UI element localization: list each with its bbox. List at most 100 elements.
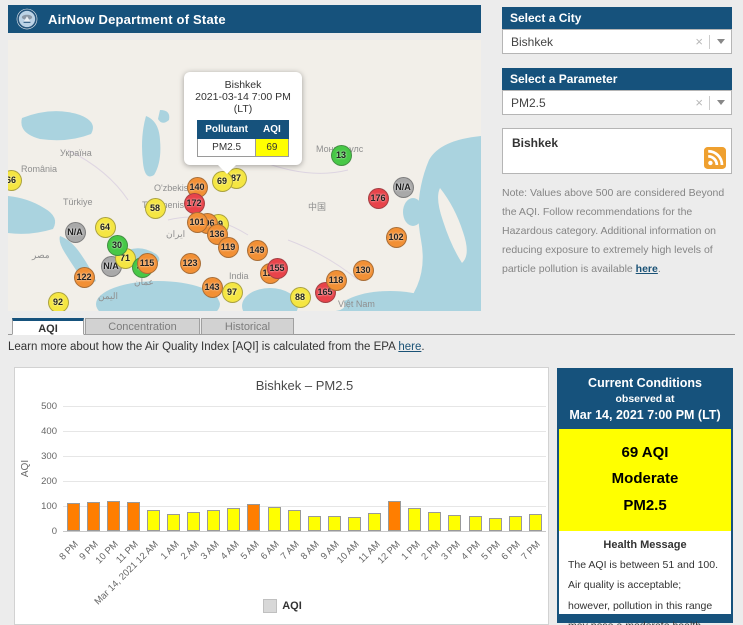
- page-title: AirNow Department of State: [48, 12, 226, 27]
- aqi-map-marker[interactable]: 30: [107, 235, 128, 256]
- aqi-map-marker[interactable]: 97: [222, 282, 243, 303]
- aqi-map-marker[interactable]: N/A: [65, 222, 86, 243]
- chart-bar: [247, 504, 260, 531]
- aqi-map-marker[interactable]: 122: [74, 267, 95, 288]
- chart-bar: [187, 512, 200, 532]
- chart-y-tick-label: 200: [31, 476, 57, 487]
- chart-bar: [288, 510, 301, 531]
- aqi-map-marker[interactable]: 155: [267, 258, 288, 279]
- rss-icon[interactable]: [704, 147, 726, 169]
- legend-swatch: [263, 599, 277, 613]
- chart-gridline: [63, 406, 546, 407]
- aqi-map-marker[interactable]: 172: [184, 193, 205, 214]
- legend-label: AQI: [282, 600, 302, 612]
- city-dropdown-caret-icon[interactable]: [717, 39, 725, 44]
- epa-here-link[interactable]: here: [398, 341, 421, 353]
- conditions-footer-bar: [559, 614, 731, 621]
- aqi-chart-panel: Bishkek – PM2.5 AQI 01002003004005008 PM…: [14, 367, 549, 625]
- chart-bar: [469, 516, 482, 531]
- current-conditions-header: Current Conditions observed at Mar 14, 2…: [559, 370, 731, 429]
- chart-bar: [207, 510, 220, 531]
- conditions-aqi-category: Moderate: [559, 466, 731, 492]
- chart-bar: [388, 501, 401, 532]
- aqi-map-marker[interactable]: 123: [180, 253, 201, 274]
- conditions-aqi-value: 69 AQI: [559, 440, 731, 466]
- chart-bar: [408, 508, 421, 531]
- conditions-aqi-box: 69 AQI Moderate PM2.5: [559, 429, 731, 531]
- chart-bar: [328, 516, 341, 532]
- chart-bar: [368, 513, 381, 531]
- chart-bar: [529, 514, 542, 531]
- chart-legend[interactable]: AQI: [15, 599, 550, 613]
- popup-city: Bishkek: [189, 79, 297, 91]
- learn-more-text: Learn more about how the Air Quality Ind…: [8, 341, 425, 353]
- aqi-map-marker[interactable]: 130: [353, 260, 374, 281]
- parameter-clear-icon[interactable]: ×: [689, 96, 709, 109]
- aqi-map-marker[interactable]: 92: [48, 292, 69, 312]
- select-city-header: Select a City: [502, 7, 732, 29]
- tab-concentration[interactable]: Concentration: [85, 318, 200, 335]
- tab-historical[interactable]: Historical: [201, 318, 294, 335]
- chart-y-tick-label: 100: [31, 501, 57, 512]
- aqi-map-marker[interactable]: N/A: [393, 177, 414, 198]
- app-header: AirNow Department of State: [8, 5, 481, 33]
- chart-y-tick-label: 500: [31, 401, 57, 412]
- select-parameter-header: Select a Parameter: [502, 68, 732, 90]
- chart-bar: [448, 515, 461, 532]
- aqi-map-marker[interactable]: 58: [145, 198, 166, 219]
- beyond-aqi-note: Note: Values above 500 are considered Be…: [502, 184, 735, 278]
- aqi-map-marker[interactable]: 115: [137, 253, 158, 274]
- chart-gridline: [63, 456, 546, 457]
- city-select-value: Bishkek: [511, 35, 689, 49]
- current-conditions-panel: Current Conditions observed at Mar 14, 2…: [557, 368, 733, 623]
- tab-aqi[interactable]: AQI: [12, 318, 84, 335]
- chart-title: Bishkek – PM2.5: [63, 378, 546, 393]
- airnow-page: AirNow Department of State: [0, 0, 743, 625]
- aqi-map-marker[interactable]: 13: [331, 145, 352, 166]
- chart-gridline: [63, 531, 546, 532]
- chart-bar: [489, 518, 502, 531]
- chart-bar: [107, 501, 120, 532]
- chart-bar: [227, 508, 240, 531]
- chart-bar: [268, 507, 281, 532]
- chart-bar: [67, 503, 80, 531]
- popup-datetime: 2021-03-14 7:00 PM: [189, 91, 297, 103]
- aqi-map-marker[interactable]: 88: [290, 287, 311, 308]
- aqi-map-marker[interactable]: 102: [386, 227, 407, 248]
- chart-bar: [167, 514, 180, 531]
- aqi-map-marker[interactable]: 119: [218, 237, 239, 258]
- chart-gridline: [63, 431, 546, 432]
- popup-timezone: (LT): [189, 103, 297, 115]
- aqi-map-marker[interactable]: 143: [202, 277, 223, 298]
- aqi-map-marker[interactable]: 176: [368, 188, 389, 209]
- conditions-title: Current Conditions: [561, 376, 729, 390]
- parameter-select[interactable]: PM2.5 ×: [502, 90, 732, 115]
- city-select[interactable]: Bishkek ×: [502, 29, 732, 54]
- rss-city-label: Bishkek: [512, 136, 558, 150]
- aqi-map-marker[interactable]: 118: [326, 270, 347, 291]
- view-tabs: AQI Concentration Historical: [8, 317, 735, 335]
- chart-bar: [127, 502, 140, 531]
- chart-y-tick-label: 400: [31, 426, 57, 437]
- chart-y-axis-label: AQI: [20, 460, 31, 477]
- parameter-dropdown-caret-icon[interactable]: [717, 100, 725, 105]
- aqi-map-marker[interactable]: 101: [187, 212, 208, 233]
- chart-bar: [87, 502, 100, 532]
- map-popup: Bishkek 2021-03-14 7:00 PM (LT) Pollutan…: [184, 72, 302, 165]
- popup-pollutant-value: PM2.5: [198, 139, 256, 157]
- chart-bar: [509, 516, 522, 531]
- aqi-map[interactable]: УкраїнаRomâniaTürkiyeO'zbekistonTürkmeni…: [8, 40, 481, 311]
- parameter-select-value: PM2.5: [511, 96, 689, 110]
- aqi-map-marker[interactable]: 64: [95, 217, 116, 238]
- city-clear-icon[interactable]: ×: [689, 35, 709, 48]
- popup-table: Pollutant AQI PM2.5 69: [197, 120, 289, 157]
- chart-bar: [428, 512, 441, 532]
- chart-gridline: [63, 481, 546, 482]
- department-of-state-seal-icon: [16, 8, 38, 30]
- chart-y-tick-label: 0: [31, 526, 57, 537]
- chart-bar: [348, 517, 361, 531]
- aqi-map-marker[interactable]: 149: [247, 240, 268, 261]
- note-here-link[interactable]: here: [636, 263, 658, 275]
- popup-col-pollutant: Pollutant: [198, 121, 256, 139]
- conditions-subtitle: observed at: [561, 393, 729, 405]
